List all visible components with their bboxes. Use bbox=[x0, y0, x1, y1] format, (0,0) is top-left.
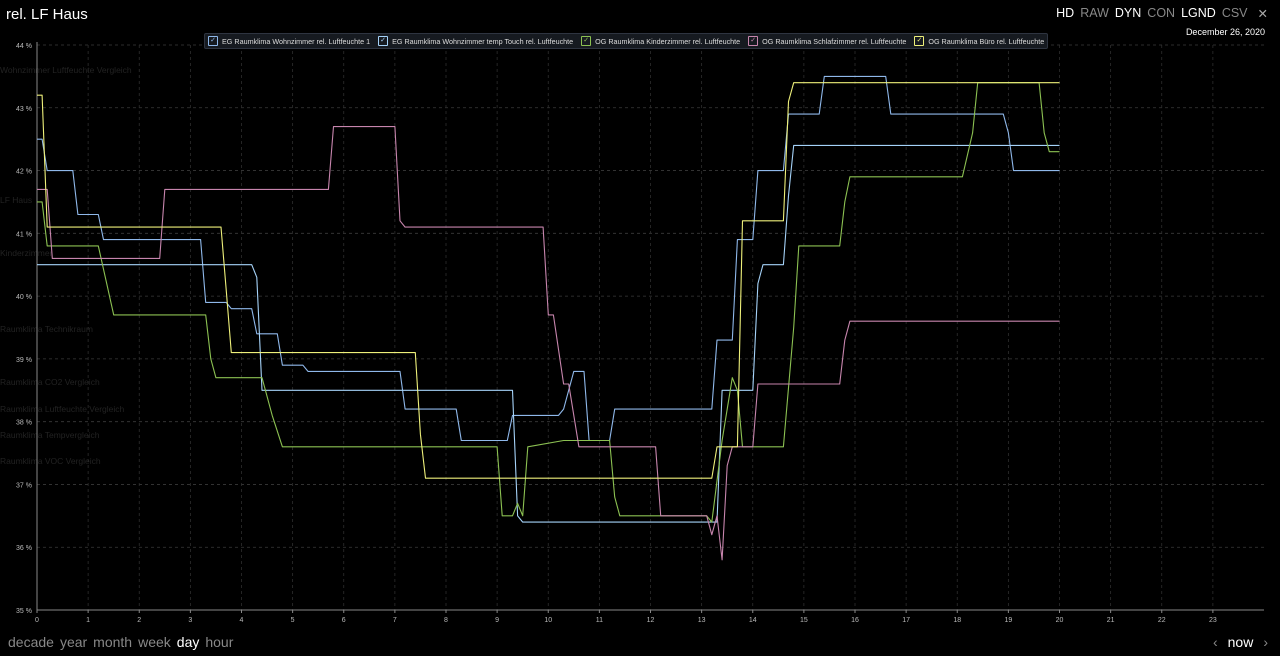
y-tick-label: 41 % bbox=[16, 231, 32, 238]
y-tick-label: 39 % bbox=[16, 357, 32, 364]
x-tick-label: 10 bbox=[544, 617, 552, 624]
checkbox-icon[interactable]: ✓ bbox=[581, 36, 592, 46]
y-tick-label: 35 % bbox=[16, 608, 32, 615]
range-week-button[interactable]: week bbox=[138, 634, 171, 650]
legend-label: OG Raumklima Schlafzimmer rel. Luftfeuch… bbox=[762, 36, 907, 46]
x-tick-label: 18 bbox=[953, 617, 961, 624]
x-tick-label: 0 bbox=[35, 617, 39, 624]
now-button[interactable]: now bbox=[1228, 634, 1254, 650]
checkbox-icon[interactable]: ✓ bbox=[748, 36, 759, 46]
x-tick-label: 1 bbox=[86, 617, 90, 624]
x-tick-label: 20 bbox=[1056, 617, 1064, 624]
y-tick-label: 44 % bbox=[16, 43, 32, 50]
chart-legend: ✓ EG Raumklima Wohnzimmer rel. Luftfeucht… bbox=[204, 33, 1049, 49]
line-chart: 35 % 36 % 37 % 38 % 39 % 40 % 41 % 42 % 43 % 44 %… bbox=[16, 42, 1264, 624]
range-year-button[interactable]: year bbox=[60, 634, 87, 650]
legend-item[interactable]: ✓ EG Raumklima Wohnzimmer temp Touch rel.… bbox=[378, 36, 573, 46]
x-tick-label: 17 bbox=[902, 617, 910, 624]
range-month-button[interactable]: month bbox=[93, 634, 132, 650]
time-range-selector: decade year month week day hour bbox=[8, 634, 233, 650]
y-tick-label: 37 % bbox=[16, 482, 32, 489]
x-tick-label: 5 bbox=[291, 617, 295, 624]
x-tick-label: 15 bbox=[800, 617, 808, 624]
x-tick-label: 14 bbox=[749, 617, 757, 624]
legend-label: OG Raumklima Kinderzimmer rel. Luftfeuch… bbox=[595, 36, 741, 46]
legend-label: EG Raumklima Wohnzimmer temp Touch rel. … bbox=[392, 36, 574, 46]
chevron-left-icon[interactable]: ‹ bbox=[1213, 634, 1218, 650]
y-tick-label: 38 % bbox=[16, 420, 32, 427]
range-decade-button[interactable]: decade bbox=[8, 634, 54, 650]
x-tick-label: 2 bbox=[137, 617, 141, 624]
x-tick-label: 4 bbox=[240, 617, 244, 624]
legend-item[interactable]: ✓ OG Raumklima Schlafzimmer rel. Luftfeuc… bbox=[748, 36, 906, 46]
x-tick-label: 12 bbox=[647, 617, 655, 624]
x-tick-label: 23 bbox=[1209, 617, 1217, 624]
x-tick-label: 9 bbox=[495, 617, 499, 624]
x-tick-label: 8 bbox=[444, 617, 448, 624]
checkbox-icon[interactable]: ✓ bbox=[378, 36, 389, 46]
chevron-right-icon[interactable]: › bbox=[1263, 634, 1268, 650]
x-tick-label: 7 bbox=[393, 617, 397, 624]
y-tick-label: 36 % bbox=[16, 545, 32, 552]
x-tick-label: 13 bbox=[698, 617, 706, 624]
legend-label: OG Raumklima Büro rel. Luftfeuchte bbox=[928, 36, 1045, 46]
x-tick-label: 19 bbox=[1004, 617, 1012, 624]
legend-item[interactable]: ✓ OG Raumklima Kinderzimmer rel. Luftfeuc… bbox=[581, 36, 740, 46]
legend-label: EG Raumklima Wohnzimmer rel. Luftfeuchte… bbox=[222, 36, 371, 46]
x-tick-label: 6 bbox=[342, 617, 346, 624]
x-tick-label: 3 bbox=[188, 617, 192, 624]
range-day-button[interactable]: day bbox=[177, 634, 200, 650]
range-hour-button[interactable]: hour bbox=[205, 634, 233, 650]
x-tick-label: 22 bbox=[1158, 617, 1166, 624]
time-navigation: ‹ now › bbox=[1213, 634, 1268, 650]
y-tick-label: 43 % bbox=[16, 106, 32, 113]
legend-item[interactable]: ✓ OG Raumklima Büro rel. Luftfeuchte bbox=[914, 36, 1044, 46]
y-tick-label: 42 % bbox=[16, 169, 32, 176]
y-tick-label: 40 % bbox=[16, 294, 32, 301]
checkbox-icon[interactable]: ✓ bbox=[914, 36, 925, 46]
legend-item[interactable]: ✓ EG Raumklima Wohnzimmer rel. Luftfeucht… bbox=[208, 36, 370, 46]
checkbox-icon[interactable]: ✓ bbox=[208, 36, 218, 46]
x-tick-label: 21 bbox=[1107, 617, 1115, 624]
x-tick-label: 11 bbox=[596, 617, 603, 624]
x-tick-label: 16 bbox=[851, 617, 859, 624]
